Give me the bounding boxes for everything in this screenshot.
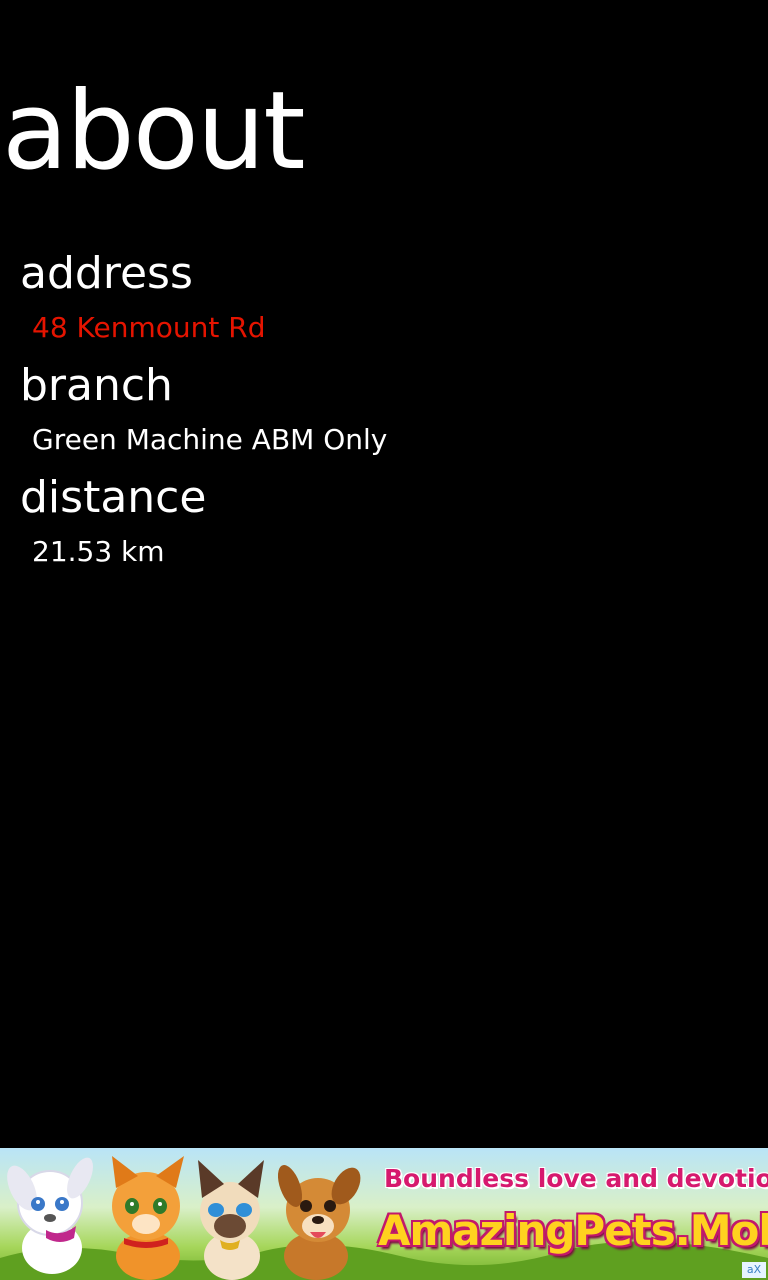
branch-value: Green Machine ABM Only bbox=[32, 423, 388, 456]
about-page: about address 48 Kenmount Rd branch Gree… bbox=[0, 0, 768, 1280]
page-title: about bbox=[2, 69, 306, 194]
ad-brand: AmazingPets.Mobi bbox=[378, 1206, 768, 1255]
distance-value: 21.53 km bbox=[32, 535, 165, 568]
ad-banner[interactable]: Boundless love and devotion! AmazingPets… bbox=[0, 1148, 768, 1280]
ad-choice-icon[interactable]: aX bbox=[742, 1262, 766, 1278]
address-label: address bbox=[20, 248, 193, 299]
ad-headline: Boundless love and devotion! bbox=[384, 1164, 768, 1193]
siamese-cat-icon bbox=[198, 1160, 264, 1280]
branch-label: branch bbox=[20, 360, 173, 411]
address-link[interactable]: 48 Kenmount Rd bbox=[32, 310, 265, 346]
distance-label: distance bbox=[20, 472, 207, 523]
orange-kitten-icon bbox=[112, 1156, 184, 1280]
